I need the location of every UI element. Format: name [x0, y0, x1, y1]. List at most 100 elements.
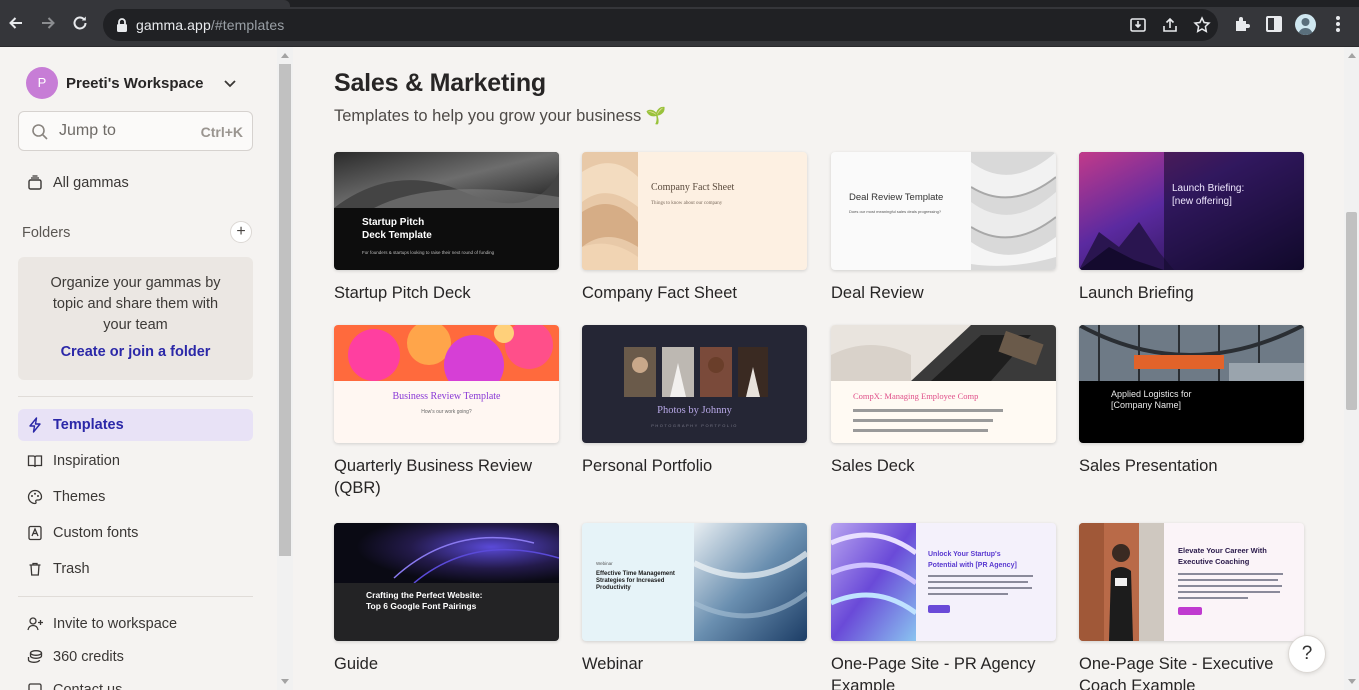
template-thumbnail-art [971, 152, 1056, 270]
chevron-down-icon[interactable] [222, 75, 238, 91]
template-name: Startup Pitch Deck [334, 284, 471, 302]
browser-toolbar: gamma.app/#templates [0, 0, 1359, 47]
template-name: One-Page Site - PR Agency Example [831, 655, 1036, 690]
template-card-launch-briefing[interactable]: Launch Briefing: [new offering] Launch B… [1079, 152, 1304, 304]
back-arrow-icon[interactable] [6, 14, 26, 34]
sidebar-item-all-gammas[interactable]: All gammas [18, 167, 253, 199]
template-thumbnail-art [694, 523, 807, 641]
search-shortcut: Ctrl+K [200, 124, 243, 140]
bookmark-star-icon[interactable] [1193, 16, 1211, 34]
thumb-title: Unlock Your Startup's Potential with [PR… [928, 551, 1017, 569]
forward-arrow-icon[interactable] [38, 14, 58, 34]
scroll-down-arrow[interactable] [1348, 679, 1356, 684]
main-scrollbar[interactable] [1344, 47, 1359, 690]
template-card-startup-pitch-deck[interactable]: Startup Pitch Deck Template For founders… [334, 152, 559, 304]
folder-card-message: Organize your gammas by topic and share … [50, 275, 221, 333]
sidebar-item-label: 360 credits [53, 649, 124, 665]
sidebar-item-label: Invite to workspace [53, 616, 178, 632]
template-card-guide[interactable]: Crafting the Perfect Website: Top 6 Goog… [334, 523, 559, 675]
thumb-body-lines [1178, 573, 1283, 615]
template-name: Webinar [582, 655, 644, 673]
active-tab-edge [0, 0, 290, 7]
template-card-webinar[interactable]: Webinar Effective Time Management Strate… [582, 523, 807, 675]
template-card-deal-review[interactable]: Deal Review Template Does our most meani… [831, 152, 1056, 304]
template-thumbnail-art [831, 325, 1056, 381]
folders-heading: Folders [22, 225, 71, 241]
section-subtitle: Templates to help you grow your business… [334, 107, 667, 125]
jump-to-search[interactable]: Jump to Ctrl+K [18, 111, 253, 151]
help-button[interactable]: ? [1288, 635, 1326, 673]
lock-icon [117, 18, 127, 32]
reload-icon[interactable] [70, 14, 90, 34]
section-title: Sales & Marketing [334, 69, 546, 97]
sidebar-item-label: Contact us [53, 682, 123, 690]
template-thumbnail: Applied Logistics for [Company Name] [1079, 325, 1304, 443]
browser-menu-icon[interactable] [1331, 13, 1345, 35]
template-name: Company Fact Sheet [582, 284, 737, 302]
side-panel-icon[interactable] [1264, 14, 1284, 34]
sidebar-item-label: Themes [53, 489, 106, 505]
sidebar-item-label: Custom fonts [53, 525, 139, 541]
thumb-title: CompX: Managing Employee Comp [853, 391, 979, 401]
template-thumbnail: Elevate Your Career With Executive Coach… [1079, 523, 1304, 641]
install-app-icon[interactable] [1129, 16, 1147, 34]
coins-icon [26, 648, 44, 666]
template-name: Personal Portfolio [582, 457, 713, 475]
share-icon[interactable] [1161, 16, 1179, 34]
sidebar-item-inspiration[interactable]: Inspiration [18, 445, 253, 477]
scroll-down-arrow[interactable] [281, 679, 289, 684]
scroll-up-arrow[interactable] [1348, 53, 1356, 58]
sidebar-item-trash[interactable]: Trash [18, 553, 253, 585]
create-folder-link[interactable]: Create or join a folder [18, 344, 253, 360]
add-folder-button[interactable]: + [230, 221, 252, 243]
template-name: Sales Deck [831, 457, 915, 475]
sidebar-scrollbar[interactable] [277, 47, 293, 690]
sidebar-item-label: Trash [53, 561, 90, 577]
template-name: Sales Presentation [1079, 457, 1218, 475]
url-host: gamma.app [136, 17, 211, 33]
template-card-quarterly-business-review[interactable]: Business Review Template How's our work … [334, 325, 559, 499]
credits-balance[interactable]: 360 credits [18, 641, 253, 673]
template-thumbnail: CompX: Managing Employee Comp [831, 325, 1056, 443]
thumb-subtitle: Webinar [596, 561, 613, 566]
font-icon [26, 524, 44, 542]
url-text: gamma.app/#templates [136, 17, 284, 33]
template-thumbnail: Webinar Effective Time Management Strate… [582, 523, 807, 641]
tab-strip [0, 0, 1359, 7]
workspace-avatar: P [26, 67, 58, 99]
template-thumbnail: Business Review Template How's our work … [334, 325, 559, 443]
template-card-sales-deck[interactable]: CompX: Managing Employee Comp Sales Deck [831, 325, 1056, 477]
scroll-up-arrow[interactable] [281, 53, 289, 58]
thumb-title: Effective Time Management Strategies for… [596, 571, 675, 591]
sidebar: P Preeti's Workspace Jump to Ctrl+K All … [0, 47, 277, 690]
sidebar-divider [18, 596, 253, 597]
template-thumbnail: Company Fact Sheet Things to know about … [582, 152, 807, 270]
profile-avatar[interactable] [1295, 14, 1316, 35]
thumb-title: Elevate Your Career With Executive Coach… [1178, 546, 1267, 566]
invite-to-workspace[interactable]: Invite to workspace [18, 608, 253, 640]
template-card-sales-presentation[interactable]: Applied Logistics for [Company Name] Sal… [1079, 325, 1304, 477]
sidebar-item-templates[interactable]: Templates [18, 409, 253, 441]
template-card-executive-coach[interactable]: Elevate Your Career With Executive Coach… [1079, 523, 1304, 690]
thumb-subtitle: For founders & startups looking to raise… [362, 250, 495, 255]
template-thumbnail: Launch Briefing: [new offering] [1079, 152, 1304, 270]
thumb-subtitle: How's our work going? [421, 409, 472, 415]
sidebar-scroll-thumb[interactable] [279, 64, 291, 556]
workspace-switcher[interactable]: P Preeti's Workspace [26, 67, 204, 99]
extensions-puzzle-icon[interactable] [1232, 14, 1252, 34]
sidebar-item-themes[interactable]: Themes [18, 481, 253, 513]
sidebar-divider [18, 396, 253, 397]
main-scroll-thumb[interactable] [1346, 212, 1357, 410]
template-card-personal-portfolio[interactable]: Photos by Johnny PHOTOGRAPHY PORTFOLIO P… [582, 325, 807, 477]
sidebar-item-custom-fonts[interactable]: Custom fonts [18, 517, 253, 549]
template-thumbnail-art [1079, 325, 1304, 381]
template-name: One-Page Site - Executive Coach Example [1079, 655, 1274, 690]
sidebar-item-label: Inspiration [53, 453, 120, 469]
template-card-pr-agency[interactable]: Unlock Your Startup's Potential with [PR… [831, 523, 1056, 690]
contact-us[interactable]: Contact us [18, 674, 253, 690]
address-bar[interactable]: gamma.app/#templates [103, 9, 1218, 41]
thumb-subtitle: Things to know about our company [651, 201, 723, 206]
url-path: /#templates [210, 17, 285, 33]
template-thumbnail-art [1079, 523, 1164, 641]
template-card-company-fact-sheet[interactable]: Company Fact Sheet Things to know about … [582, 152, 807, 304]
